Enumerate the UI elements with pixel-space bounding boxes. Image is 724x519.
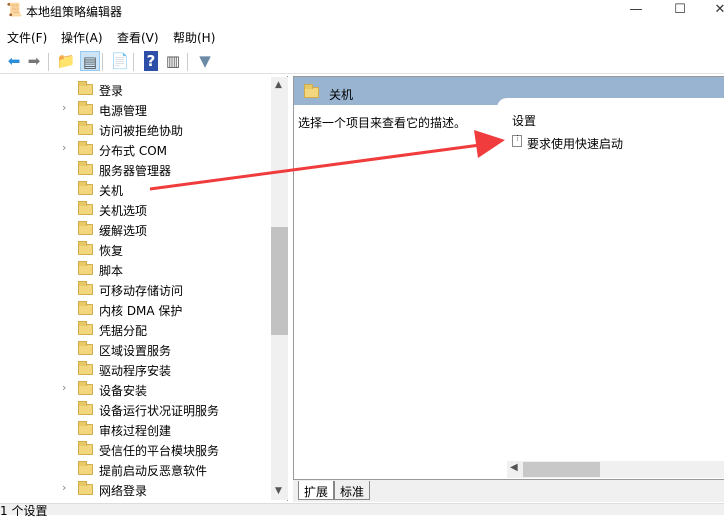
show-hide-tree-icon[interactable]: ▤ bbox=[80, 51, 100, 71]
annotation-arrow bbox=[149, 130, 505, 191]
up-folder-icon[interactable]: 📁 bbox=[56, 51, 76, 71]
forward-icon[interactable]: ➡ bbox=[24, 51, 44, 71]
export-list-icon[interactable]: 📄 bbox=[110, 51, 130, 71]
help-icon[interactable]: ? bbox=[144, 51, 158, 71]
back-icon[interactable]: ⬅ bbox=[4, 51, 24, 71]
filter-icon[interactable]: ▼ bbox=[195, 51, 215, 71]
show-action-pane-icon[interactable]: ▥ bbox=[163, 51, 183, 71]
